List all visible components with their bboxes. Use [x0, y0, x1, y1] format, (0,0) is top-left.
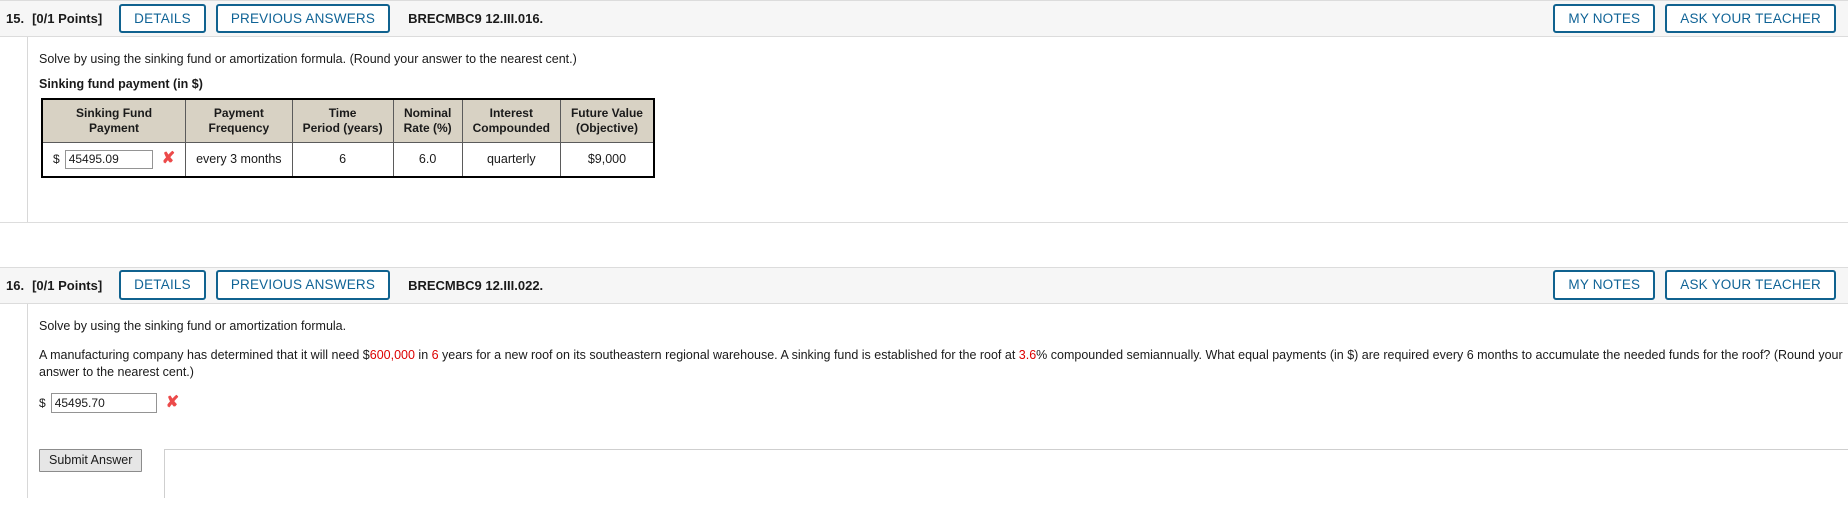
sinking-fund-table: Sinking Fund Payment Payment Frequency T…	[41, 97, 655, 178]
table-body: $ ✘ every 3 months 6 6.0 quarterly $9,00…	[41, 141, 655, 178]
answer-input-16[interactable]	[50, 392, 157, 413]
col-line-2: Frequency	[208, 120, 270, 135]
col-line-1: Time	[328, 105, 357, 120]
col-line-2: Period (years)	[302, 120, 383, 135]
statement-part-1: A manufacturing company has determined t…	[39, 347, 370, 362]
details-button-16[interactable]: DETAILS	[119, 270, 206, 301]
col-line-2: Payment	[89, 120, 140, 135]
question-points-16: [0/1 Points]	[32, 277, 103, 293]
submit-side-panel	[164, 448, 1848, 498]
dollar-sign: $	[39, 395, 46, 410]
cell-time-period: 6	[291, 141, 394, 178]
question-header-16: 16. [0/1 Points] DETAILS PREVIOUS ANSWER…	[0, 266, 1848, 304]
table-row: $ ✘ every 3 months 6 6.0 quarterly $9,00…	[41, 141, 655, 178]
cell-payment-frequency: every 3 months	[185, 141, 293, 178]
col-line-1: Nominal	[403, 105, 452, 120]
col-line-1: Sinking Fund	[76, 105, 153, 120]
previous-answers-button-15[interactable]: PREVIOUS ANSWERS	[215, 3, 391, 34]
col-line-1: Payment	[213, 105, 264, 120]
statement-value-years: 6	[431, 347, 439, 362]
question-prompt-16: Solve by using the sinking fund or amort…	[39, 318, 347, 333]
col-line-2: Compounded	[472, 120, 550, 135]
col-line-1: Future Value	[570, 105, 643, 120]
question-prompt-15: Solve by using the sinking fund or amort…	[39, 52, 577, 66]
col-payment-frequency: Payment Frequency	[185, 98, 293, 143]
question-number-16: 16.	[6, 277, 25, 293]
question-body-16: Solve by using the sinking fund or amort…	[27, 303, 1848, 433]
statement-value-amount: 600,000	[369, 347, 415, 362]
submit-area: Submit Answer	[27, 432, 1848, 498]
sinking-fund-payment-input[interactable]	[64, 149, 153, 169]
ask-your-teacher-button-15[interactable]: ASK YOUR TEACHER	[1665, 3, 1836, 34]
col-line-1: Interest	[489, 105, 533, 120]
submit-answer-button[interactable]: Submit Answer	[39, 448, 143, 472]
details-button-15[interactable]: DETAILS	[119, 3, 206, 34]
table-head: Sinking Fund Payment Payment Frequency T…	[41, 98, 655, 143]
incorrect-mark-icon: ✘	[161, 150, 176, 168]
table-caption-15: Sinking fund payment (in $)	[39, 76, 203, 91]
cell-future-value: $9,000	[559, 141, 655, 178]
col-time-period: Time Period (years)	[291, 98, 394, 143]
col-nominal-rate: Nominal Rate (%)	[392, 98, 463, 143]
question-code-16: BRECMBC9 12.III.022.	[408, 277, 544, 293]
question-points-15: [0/1 Points]	[32, 11, 103, 26]
my-notes-button-15[interactable]: MY NOTES	[1553, 3, 1656, 34]
previous-answers-button-16[interactable]: PREVIOUS ANSWERS	[215, 270, 391, 301]
question-header-15: 15. [0/1 Points] DETAILS PREVIOUS ANSWER…	[0, 0, 1848, 37]
col-future-value: Future Value (Objective)	[559, 98, 655, 143]
question-body-15: Solve by using the sinking fund or amort…	[27, 37, 1848, 222]
question-code-15: BRECMBC9 12.III.016.	[408, 11, 544, 26]
header-actions-15: MY NOTES ASK YOUR TEACHER	[1543, 3, 1836, 34]
answer-bottom-spacer	[39, 413, 1848, 433]
incorrect-mark-icon: ✘	[165, 393, 180, 411]
col-sinking-fund-payment: Sinking Fund Payment	[41, 98, 187, 143]
my-notes-button-16[interactable]: MY NOTES	[1553, 270, 1656, 301]
statement-part-2: in	[414, 347, 432, 362]
question-statement-16: A manufacturing company has determined t…	[39, 347, 1848, 381]
cell-sinking-fund-payment: $ ✘	[41, 141, 187, 178]
cell-nominal-rate: 6.0	[392, 141, 463, 178]
answer-input-group: $ ✘	[53, 149, 176, 169]
body-bottom-spacer	[39, 178, 1848, 222]
table-header-row: Sinking Fund Payment Payment Frequency T…	[41, 98, 655, 143]
answer-input-group-16: $ ✘	[39, 392, 1848, 413]
dollar-sign: $	[53, 152, 60, 167]
col-interest-compounded: Interest Compounded	[461, 98, 561, 143]
statement-part-3: years for a new roof on its southeastern…	[438, 347, 1019, 362]
col-line-2: (Objective)	[575, 120, 638, 135]
cell-interest-compounded: quarterly	[461, 141, 561, 178]
statement-value-rate: 3.6	[1018, 347, 1037, 362]
ask-your-teacher-button-16[interactable]: ASK YOUR TEACHER	[1665, 270, 1836, 301]
question-number-15: 15.	[6, 11, 25, 26]
col-line-2: Rate (%)	[403, 120, 452, 135]
header-actions-16: MY NOTES ASK YOUR TEACHER	[1543, 270, 1836, 301]
between-questions-spacer	[0, 223, 1848, 267]
